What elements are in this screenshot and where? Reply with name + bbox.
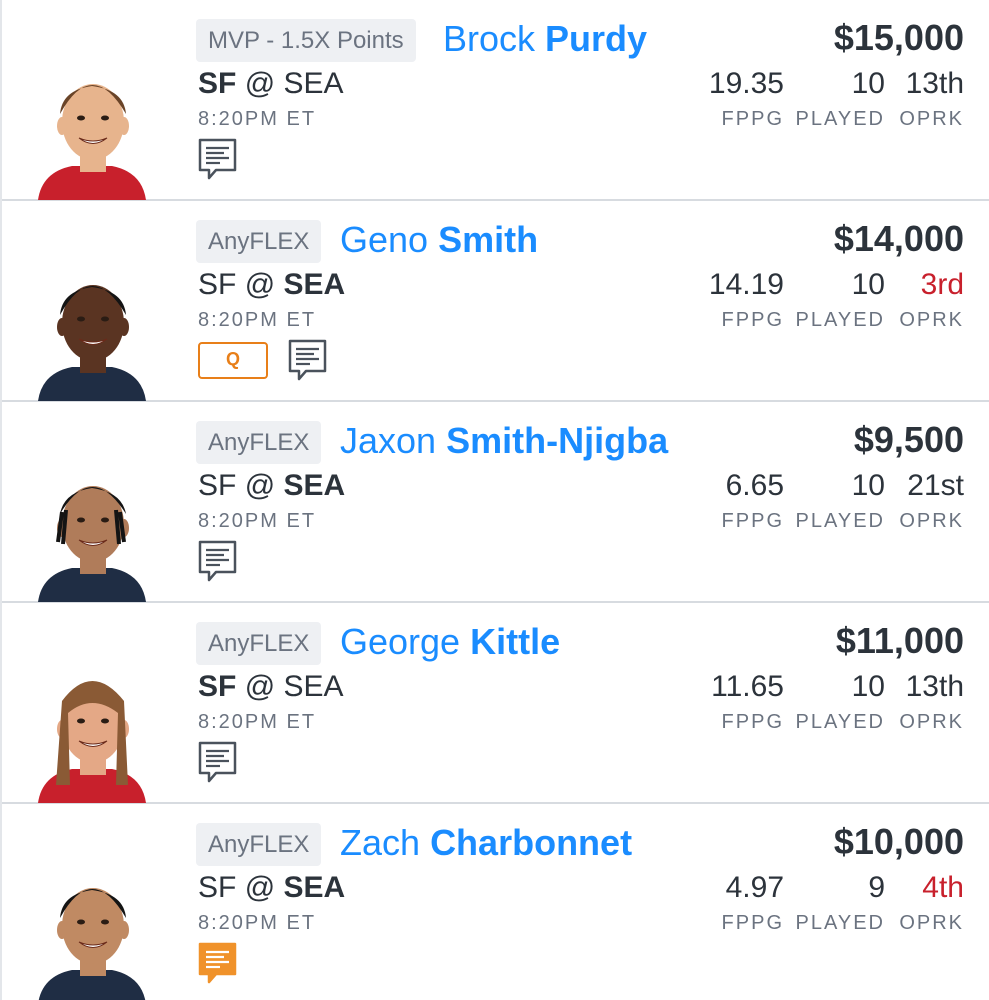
salary: $14,000 [833,218,964,259]
fppg-label: FPPG [721,711,784,733]
player-headshot [32,653,152,803]
oprk-value: 13th [905,67,964,100]
fppg-label: FPPG [721,510,784,532]
position-badge: AnyFLEX [196,421,322,464]
player-last-name: Kittle [470,621,561,662]
played-value: 10 [851,268,885,301]
player-first-name: Geno [340,219,429,260]
position-badge: AnyFLEX [196,823,322,866]
fppg-label: FPPG [721,912,784,934]
player-row-3[interactable]: AnyFLEX Jaxon Smith-Njigba SF @ SEA 8:20… [2,402,989,603]
home-team: SEA [283,670,344,703]
player-first-name: Jaxon [340,420,437,461]
player-last-name: Purdy [545,18,648,59]
at-symbol: @ [244,67,276,100]
played-label: PLAYED [795,309,885,331]
played-value: 9 [868,871,885,904]
oprk-label: OPRK [899,912,964,934]
player-last-name: Charbonnet [430,822,633,863]
played-label: PLAYED [795,510,885,532]
player-news-icon[interactable] [288,339,328,381]
player-name[interactable]: George Kittle [340,619,560,665]
player-row-1[interactable]: MVP - 1.5X Points Brock Purdy SF @ SEA 8… [2,0,989,201]
away-team: SF [198,469,237,502]
position-badge: AnyFLEX [196,622,322,665]
salary: $15,000 [833,17,964,58]
oprk-label: OPRK [899,510,964,532]
player-news-icon[interactable] [198,741,238,783]
player-row-4[interactable]: AnyFLEX George Kittle SF @ SEA 8:20PM ET… [2,603,989,804]
player-row-5[interactable]: AnyFLEX Zach Charbonnet SF @ SEA 8:20PM … [2,804,989,1000]
fppg-label: FPPG [721,108,784,130]
salary: $10,000 [833,821,964,862]
away-team: SF [198,67,237,100]
player-headshot [32,854,152,1000]
fppg-value: 11.65 [711,670,784,703]
played-value: 10 [851,469,885,502]
player-news-icon[interactable] [198,138,238,180]
at-symbol: @ [244,469,276,502]
oprk-value: 4th [922,871,964,904]
fppg-value: 14.19 [708,268,784,301]
fppg-value: 19.35 [708,67,784,100]
player-name[interactable]: Jaxon Smith-Njigba [340,418,668,464]
salary: $9,500 [853,419,964,460]
home-team: SEA [283,871,346,904]
player-name[interactable]: Brock Purdy [443,16,647,62]
home-team: SEA [283,268,346,301]
player-name[interactable]: Geno Smith [340,217,538,263]
matchup: SF @ SEA [198,66,344,102]
player-name[interactable]: Zach Charbonnet [340,820,632,866]
oprk-label: OPRK [899,711,964,733]
away-team: SF [198,670,237,703]
played-label: PLAYED [795,711,885,733]
at-symbol: @ [244,670,276,703]
player-first-name: George [340,621,461,662]
game-time: 8:20PM ET [198,309,317,331]
home-team: SEA [283,67,344,100]
matchup: SF @ SEA [198,267,345,303]
matchup: SF @ SEA [198,669,344,705]
injury-status-badge[interactable]: Q [198,342,268,379]
played-label: PLAYED [795,912,885,934]
game-time: 8:20PM ET [198,108,317,130]
player-headshot [32,50,152,200]
position-badge: MVP - 1.5X Points [196,19,416,62]
player-headshot [32,251,152,401]
position-badge: AnyFLEX [196,220,322,263]
game-time: 8:20PM ET [198,510,317,532]
fppg-value: 6.65 [725,469,784,502]
at-symbol: @ [244,871,276,904]
player-news-icon[interactable] [198,942,238,984]
player-row-2[interactable]: AnyFLEX Geno Smith SF @ SEA 8:20PM ET Q … [2,201,989,402]
oprk-value: 3rd [920,268,964,301]
home-team: SEA [283,469,346,502]
player-last-name: Smith [438,219,539,260]
player-last-name: Smith-Njigba [446,420,669,461]
player-first-name: Zach [340,822,421,863]
player-news-icon[interactable] [198,540,238,582]
game-time: 8:20PM ET [198,711,317,733]
oprk-value: 21st [907,469,964,502]
player-first-name: Brock [443,18,536,59]
game-time: 8:20PM ET [198,912,317,934]
played-label: PLAYED [795,108,885,130]
player-list: MVP - 1.5X Points Brock Purdy SF @ SEA 8… [0,0,989,1000]
away-team: SF [198,871,237,904]
oprk-value: 13th [905,670,964,703]
fppg-value: 4.97 [725,871,784,904]
salary: $11,000 [835,620,964,661]
away-team: SF [198,268,237,301]
played-value: 10 [851,670,885,703]
matchup: SF @ SEA [198,468,345,504]
fppg-label: FPPG [721,309,784,331]
matchup: SF @ SEA [198,870,345,906]
at-symbol: @ [244,268,276,301]
oprk-label: OPRK [899,108,964,130]
played-value: 10 [851,67,885,100]
player-headshot [32,452,152,602]
oprk-label: OPRK [899,309,964,331]
